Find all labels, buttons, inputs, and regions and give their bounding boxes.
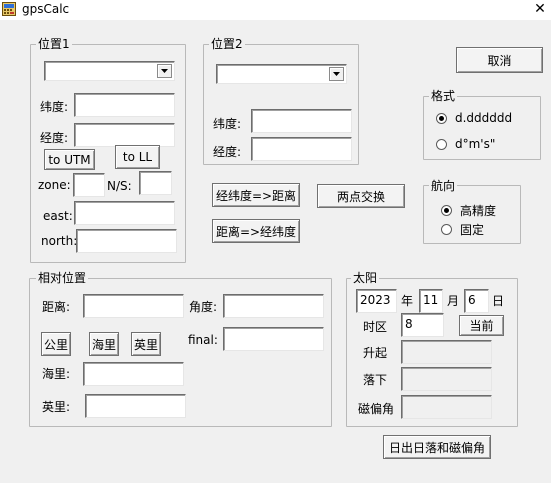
to-ll-button[interactable]: to LL <box>115 145 160 169</box>
timezone-label: 时区 <box>363 320 388 334</box>
position1-combo[interactable] <box>44 61 175 81</box>
format-option-dms-label: d°m's" <box>455 137 496 151</box>
north-field[interactable] <box>76 229 177 253</box>
final-label: final: <box>188 333 218 347</box>
distance-label: 距离: <box>42 300 71 314</box>
heading-option-fixed[interactable]: 固定 <box>441 221 484 238</box>
nautical-mile-field[interactable] <box>83 362 184 386</box>
chevron-down-icon[interactable] <box>157 64 172 78</box>
cancel-button[interactable]: 取消 <box>456 47 543 73</box>
north-label: north: <box>41 234 78 248</box>
year-field[interactable]: 2023 <box>356 289 397 313</box>
mile-field-label: 英里: <box>42 400 71 414</box>
position1-lat-field[interactable] <box>74 93 175 117</box>
format-option-decimal-label: d.dddddd <box>455 111 513 125</box>
declination-field <box>401 395 492 419</box>
day-label: 日 <box>492 294 505 308</box>
app-icon <box>2 2 16 16</box>
to-utm-button[interactable]: to UTM <box>44 149 95 170</box>
position2-lat-field[interactable] <box>251 109 352 133</box>
ll-to-distance-button[interactable]: 经纬度=>距离 <box>212 183 300 207</box>
timezone-field[interactable]: 8 <box>401 313 444 337</box>
mile-field[interactable] <box>85 394 186 418</box>
east-label: east: <box>43 209 73 223</box>
month-field[interactable]: 11 <box>419 289 443 313</box>
ns-label: N/S: <box>107 179 132 193</box>
year-label: 年 <box>401 294 414 308</box>
format-option-decimal[interactable]: d.dddddd <box>436 111 512 125</box>
sunrise-sunset-declination-button[interactable]: 日出日落和磁偏角 <box>383 435 491 459</box>
position1-lat-label: 纬度: <box>40 100 69 114</box>
radio-selected-icon[interactable] <box>441 205 452 216</box>
position1-lon-field[interactable] <box>74 123 175 147</box>
position1-legend: 位置1 <box>36 37 72 51</box>
sunrise-label: 升起 <box>363 346 388 360</box>
position2-lon-label: 经度: <box>213 145 242 159</box>
radio-selected-icon[interactable] <box>436 112 447 124</box>
east-field[interactable] <box>74 201 175 225</box>
mile-button[interactable]: 英里 <box>131 332 161 356</box>
month-label: 月 <box>447 294 460 308</box>
swap-points-button[interactable]: 两点交换 <box>317 184 405 208</box>
angle-field[interactable] <box>223 294 324 318</box>
window-title: gpsCalc <box>22 2 70 16</box>
sunrise-field <box>401 340 492 364</box>
position2-legend: 位置2 <box>209 37 245 51</box>
radio-unselected-icon[interactable] <box>441 224 452 235</box>
format-legend: 格式 <box>429 89 458 103</box>
angle-label: 角度: <box>189 300 218 314</box>
position2-lat-label: 纬度: <box>213 117 242 131</box>
radio-unselected-icon[interactable] <box>436 138 447 150</box>
chevron-down-icon[interactable] <box>329 67 344 81</box>
sun-legend: 太阳 <box>351 271 380 285</box>
final-field[interactable] <box>223 327 324 351</box>
heading-option-fixed-label: 固定 <box>460 223 485 237</box>
zone-label: zone: <box>38 178 71 192</box>
relative-legend: 相对位置 <box>36 271 89 285</box>
sunset-field <box>401 367 492 391</box>
sunset-label: 落下 <box>363 373 388 387</box>
format-option-dms[interactable]: d°m's" <box>436 137 495 151</box>
km-button[interactable]: 公里 <box>41 332 71 356</box>
title-bar <box>0 0 551 20</box>
declination-label: 磁偏角 <box>358 402 395 416</box>
now-button[interactable]: 当前 <box>459 315 504 336</box>
heading-option-precise-label: 高精度 <box>460 204 497 218</box>
distance-to-ll-button[interactable]: 距离=>经纬度 <box>212 219 300 243</box>
day-field[interactable]: 6 <box>464 289 489 313</box>
position2-combo[interactable] <box>216 64 347 84</box>
nautical-mile-button[interactable]: 海里 <box>89 332 119 356</box>
heading-option-precise[interactable]: 高精度 <box>441 202 496 219</box>
zone-field[interactable] <box>73 173 105 197</box>
close-icon[interactable]: ✕ <box>531 0 549 18</box>
position1-lon-label: 经度: <box>40 131 69 145</box>
heading-legend: 航向 <box>429 179 458 193</box>
position2-lon-field[interactable] <box>251 137 352 161</box>
distance-field[interactable] <box>83 294 184 318</box>
nautical-mile-field-label: 海里: <box>42 367 71 381</box>
ns-field[interactable] <box>139 171 172 195</box>
